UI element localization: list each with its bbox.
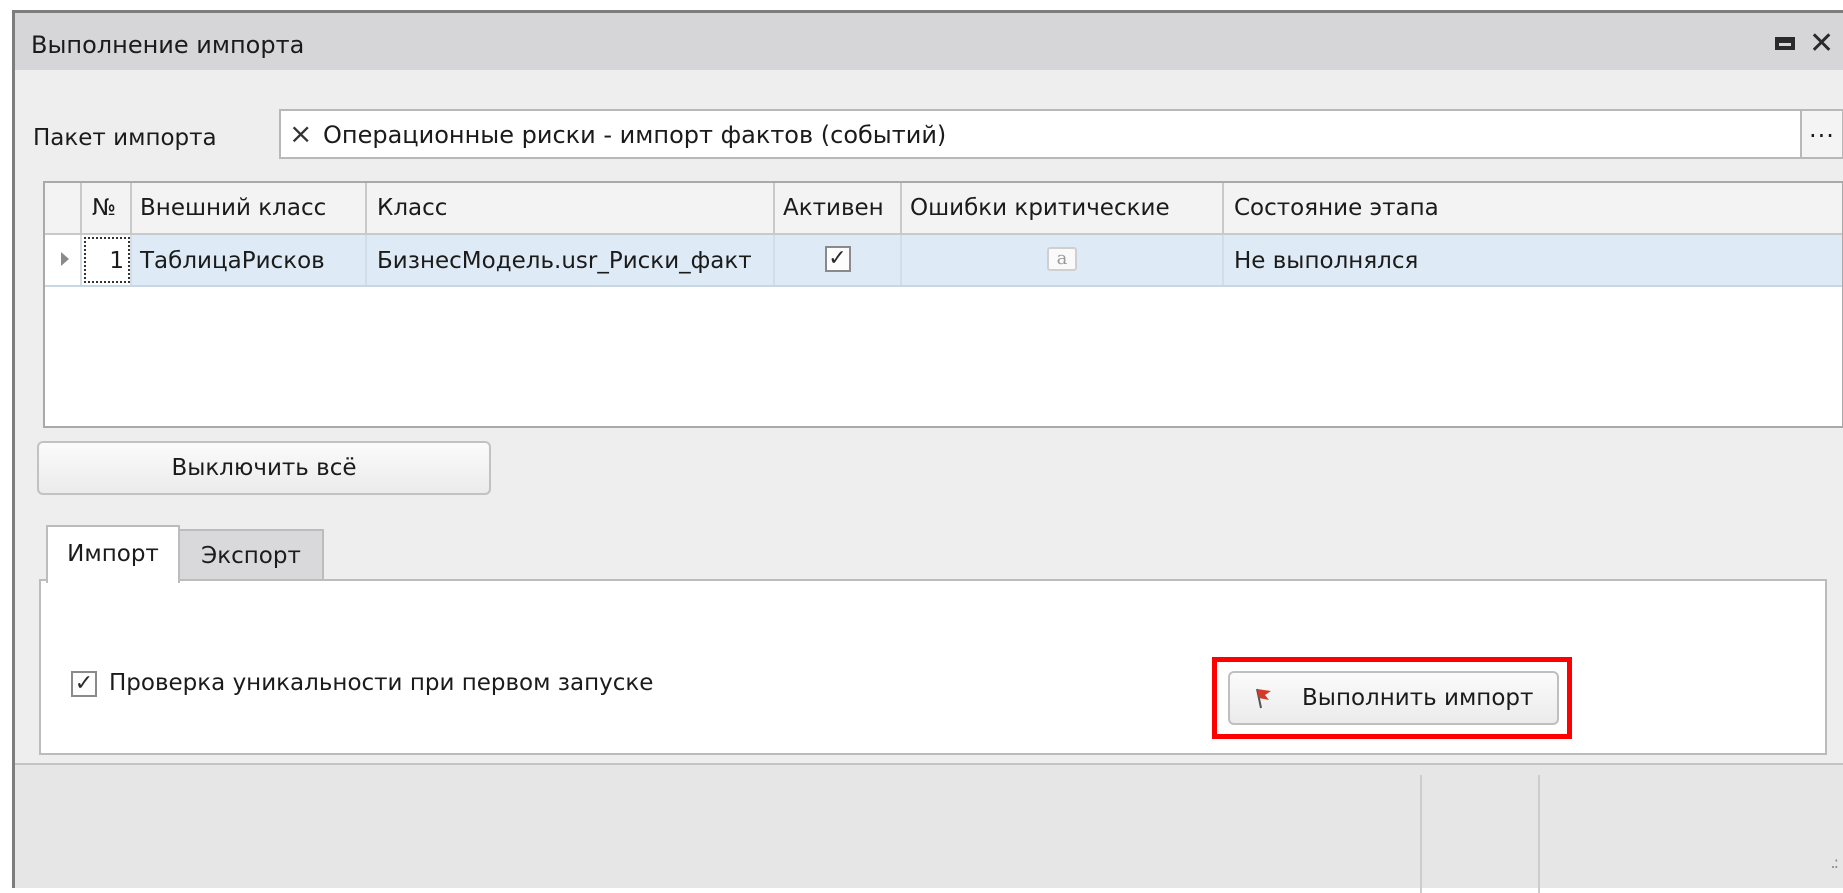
maximize-icon[interactable] (1769, 29, 1803, 59)
column-header-critical-errors[interactable]: Ошибки критические (902, 183, 1224, 233)
column-header-num[interactable]: № (82, 183, 132, 233)
row-indicator-header (45, 183, 82, 233)
row-selector[interactable] (45, 235, 82, 285)
resize-grip-icon[interactable]: .: (1831, 853, 1840, 872)
row-active[interactable]: ✓ (775, 235, 902, 285)
import-steps-grid: № Внешний класс Класс Активен Ошибки кри… (43, 181, 1843, 428)
row-external-class[interactable]: ТаблицаРисков (132, 235, 367, 285)
tab-export[interactable]: Экспорт (180, 529, 324, 581)
column-header-class[interactable]: Класс (367, 183, 775, 233)
run-import-label: Выполнить импорт (1302, 685, 1534, 711)
table-row[interactable]: 1 ТаблицаРисков БизнесМодель.usr_Риски_ф… (45, 235, 1842, 287)
uniqueness-check-label[interactable]: Проверка уникальности при первом запуске (109, 670, 653, 696)
status-bar: .: (15, 763, 1843, 893)
flag-icon (1256, 688, 1271, 709)
title-bar: Выполнение импорта ✕ (15, 13, 1843, 70)
status-separator (1420, 775, 1422, 893)
memo-icon[interactable]: a (1047, 247, 1077, 271)
row-class[interactable]: БизнесМодель.usr_Риски_факт (367, 235, 775, 285)
column-header-active[interactable]: Активен (775, 183, 902, 233)
clear-icon[interactable]: × (289, 117, 319, 151)
tab-import[interactable]: Импорт (46, 525, 180, 583)
row-critical-errors[interactable]: a (902, 235, 1224, 285)
package-label: Пакет импорта (33, 125, 217, 151)
package-field[interactable]: × Операционные риски - импорт фактов (со… (279, 109, 1843, 159)
window-title: Выполнение импорта (31, 31, 305, 59)
close-icon[interactable]: ✕ (1809, 29, 1843, 59)
package-value: Операционные риски - импорт фактов (собы… (323, 121, 947, 149)
import-window: Выполнение импорта ✕ Пакет импорта × Опе… (12, 10, 1843, 893)
column-header-stage-state[interactable]: Состояние этапа (1224, 183, 1842, 233)
column-header-external-class[interactable]: Внешний класс (132, 183, 367, 233)
row-num[interactable]: 1 (82, 235, 132, 285)
uniqueness-checkbox[interactable]: ✓ (71, 671, 97, 697)
import-tab-panel: ✓ Проверка уникальности при первом запус… (39, 579, 1827, 755)
disable-all-button[interactable]: Выключить всё (37, 441, 491, 495)
active-checkbox[interactable]: ✓ (824, 246, 851, 272)
row-stage-state[interactable]: Не выполнялся (1224, 235, 1842, 285)
row-indicator-icon (61, 252, 69, 266)
browse-button[interactable]: ... (1800, 109, 1843, 159)
status-separator (1538, 775, 1540, 893)
run-import-button[interactable]: Выполнить импорт (1228, 671, 1559, 725)
grid-header: № Внешний класс Класс Активен Ошибки кри… (45, 183, 1842, 235)
